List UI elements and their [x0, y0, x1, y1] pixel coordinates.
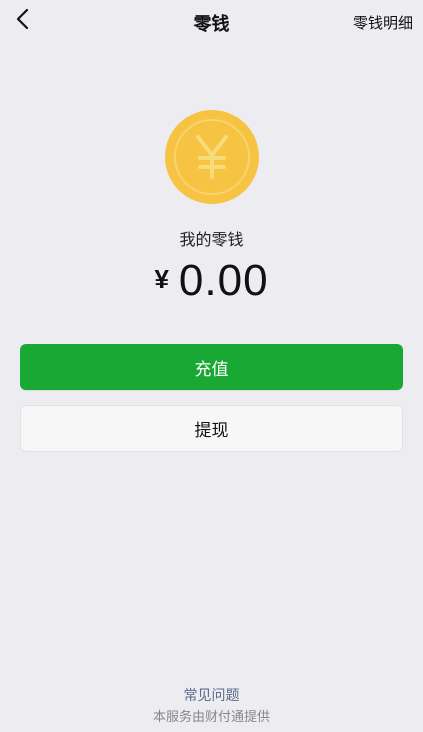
- withdraw-button[interactable]: 提现: [20, 405, 403, 452]
- wallet-change-page: 零钱 零钱明细 我的零钱 ¥0.00 充值 提现 常见问题 本服务由财付通提供: [0, 0, 423, 732]
- recharge-button[interactable]: 充值: [20, 344, 403, 390]
- yen-coin-icon: [165, 110, 259, 204]
- coin-face: [174, 119, 250, 195]
- balance-number: 0.00: [178, 256, 269, 305]
- balance-label: 我的零钱: [179, 230, 244, 249]
- currency-symbol: ¥: [154, 264, 169, 294]
- service-provider-note: 本服务由财付通提供: [152, 710, 270, 725]
- yen-symbol-icon: [196, 135, 228, 179]
- balance-amount: ¥0.00: [0, 256, 423, 306]
- change-details-link[interactable]: 零钱明细: [353, 12, 413, 33]
- navigation-bar: 零钱 零钱明细: [0, 0, 423, 44]
- faq-link[interactable]: 常见问题: [0, 685, 423, 705]
